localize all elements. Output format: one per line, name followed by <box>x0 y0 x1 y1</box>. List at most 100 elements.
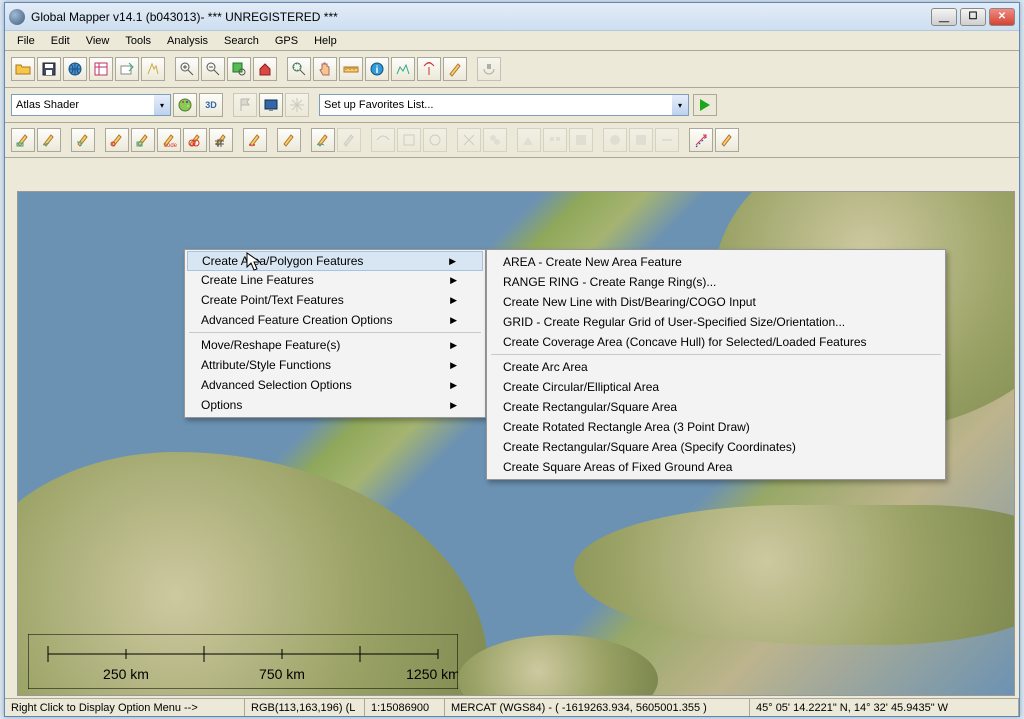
dis-12 <box>655 128 679 152</box>
shader-combo[interactable]: Atlas Shader <box>11 94 171 116</box>
arrow-tool[interactable] <box>689 128 713 152</box>
toolbar-1: i <box>5 51 1019 88</box>
edit-tool-10[interactable] <box>277 128 301 152</box>
sub-circular[interactable]: Create Circular/Elliptical Area <box>487 377 945 397</box>
edit-tool-3[interactable] <box>71 128 95 152</box>
titlebar: Global Mapper v14.1 (b043013)- *** UNREG… <box>5 3 1019 31</box>
open-button[interactable] <box>11 57 35 81</box>
title-text: Global Mapper v14.1 (b043013)- *** UNREG… <box>31 10 338 24</box>
profile-button[interactable] <box>391 57 415 81</box>
edit-tool-11[interactable] <box>311 128 335 152</box>
svg-text:code: code <box>164 143 177 148</box>
mi-adv-selection[interactable]: Advanced Selection Options▶ <box>185 375 485 395</box>
mi-attr-style[interactable]: Attribute/Style Functions▶ <box>185 355 485 375</box>
zoom-out-button[interactable] <box>201 57 225 81</box>
zoom-in-button[interactable] <box>175 57 199 81</box>
measure-button[interactable] <box>339 57 363 81</box>
config-button[interactable] <box>89 57 113 81</box>
mi-create-area[interactable]: Create Area/Polygon Features▶ <box>187 251 483 271</box>
tool-button-a[interactable] <box>141 57 165 81</box>
edit-tool-5[interactable] <box>131 128 155 152</box>
sub-rect-coord[interactable]: Create Rectangular/Square Area (Specify … <box>487 437 945 457</box>
sub-rotated[interactable]: Create Rotated Rectangle Area (3 Point D… <box>487 417 945 437</box>
info-button[interactable]: i <box>365 57 389 81</box>
dis-2 <box>371 128 395 152</box>
mi-move-reshape[interactable]: Move/Reshape Feature(s)▶ <box>185 335 485 355</box>
digitize-button[interactable] <box>443 57 467 81</box>
app-icon <box>9 9 25 25</box>
status-scale: 1:15086900 <box>365 699 445 716</box>
cursor-icon <box>246 252 262 272</box>
screen-button[interactable] <box>259 93 283 117</box>
close-button[interactable]: ✕ <box>989 8 1015 26</box>
3d-button[interactable]: 3D <box>199 93 223 117</box>
dis-3 <box>397 128 421 152</box>
mi-create-point[interactable]: Create Point/Text Features▶ <box>185 290 485 310</box>
pan-button[interactable] <box>313 57 337 81</box>
mi-create-line[interactable]: Create Line Features▶ <box>185 270 485 290</box>
menu-analysis[interactable]: Analysis <box>159 33 216 49</box>
dis-4 <box>423 128 447 152</box>
sub-coverage[interactable]: Create Coverage Area (Concave Hull) for … <box>487 332 945 352</box>
svg-text:1250 km: 1250 km <box>406 666 458 682</box>
edit-tool-1[interactable] <box>11 128 35 152</box>
dis-9 <box>569 128 593 152</box>
save-button[interactable] <box>37 57 61 81</box>
menu-search[interactable]: Search <box>216 33 267 49</box>
dis-8 <box>543 128 567 152</box>
sub-cogo[interactable]: Create New Line with Dist/Bearing/COGO I… <box>487 292 945 312</box>
sub-range-ring[interactable]: RANGE RING - Create Range Ring(s)... <box>487 272 945 292</box>
edit-tool-6[interactable]: code <box>157 128 181 152</box>
zoom-region-button[interactable] <box>287 57 311 81</box>
menu-tools[interactable]: Tools <box>117 33 159 49</box>
context-menu-sub[interactable]: AREA - Create New Area Feature RANGE RIN… <box>486 249 946 480</box>
favorites-combo[interactable]: Set up Favorites List... <box>319 94 689 116</box>
dis-7 <box>517 128 541 152</box>
sub-area[interactable]: AREA - Create New Area Feature <box>487 252 945 272</box>
run-button[interactable] <box>693 94 717 116</box>
status-bar: Right Click to Display Option Menu --> R… <box>5 698 1019 716</box>
toolbar-2: Atlas Shader 3D Set up Favorites List... <box>5 88 1019 123</box>
toolbar-3: code <box>5 123 1019 158</box>
edit-tool-9[interactable] <box>243 128 267 152</box>
misc-button[interactable] <box>477 57 501 81</box>
minimize-button[interactable]: ＿ <box>931 8 957 26</box>
compass-button[interactable] <box>285 93 309 117</box>
app-window: Global Mapper v14.1 (b043013)- *** UNREG… <box>4 2 1020 717</box>
dis-10 <box>603 128 627 152</box>
online-button[interactable] <box>63 57 87 81</box>
sub-rect[interactable]: Create Rectangular/Square Area <box>487 397 945 417</box>
menu-edit[interactable]: Edit <box>43 33 78 49</box>
dis-1 <box>337 128 361 152</box>
full-extent-button[interactable] <box>253 57 277 81</box>
mi-adv-creation[interactable]: Advanced Feature Creation Options▶ <box>185 310 485 330</box>
palette-button[interactable] <box>173 93 197 117</box>
sub-arc[interactable]: Create Arc Area <box>487 357 945 377</box>
edit-tool-2[interactable] <box>37 128 61 152</box>
menu-gps[interactable]: GPS <box>267 33 306 49</box>
export-button[interactable] <box>115 57 139 81</box>
menu-file[interactable]: File <box>9 33 43 49</box>
svg-text:750 km: 750 km <box>259 666 305 682</box>
flag-button[interactable] <box>233 93 257 117</box>
svg-text:i: i <box>376 65 379 76</box>
edit-tool-8[interactable] <box>209 128 233 152</box>
mi-options[interactable]: Options▶ <box>185 395 485 415</box>
menu-help[interactable]: Help <box>306 33 345 49</box>
maximize-button[interactable]: ☐ <box>960 8 986 26</box>
menu-view[interactable]: View <box>78 33 118 49</box>
edit-tool-7[interactable] <box>183 128 207 152</box>
scale-bar: 250 km 750 km 1250 km <box>28 634 458 689</box>
dis-11 <box>629 128 653 152</box>
edit-tool-4[interactable] <box>105 128 129 152</box>
sub-square[interactable]: Create Square Areas of Fixed Ground Area <box>487 457 945 477</box>
antenna-button[interactable] <box>417 57 441 81</box>
menubar: File Edit View Tools Analysis Search GPS… <box>5 31 1019 51</box>
dis-6 <box>483 128 507 152</box>
pencil-tool[interactable] <box>715 128 739 152</box>
zoom-select-button[interactable] <box>227 57 251 81</box>
sub-grid[interactable]: GRID - Create Regular Grid of User-Speci… <box>487 312 945 332</box>
context-menu-main[interactable]: Create Area/Polygon Features▶ Create Lin… <box>184 249 486 418</box>
status-proj: MERCAT (WGS84) - ( -1619263.934, 5605001… <box>445 699 750 716</box>
map-view[interactable]: 250 km 750 km 1250 km Create Area/Polygo… <box>17 191 1015 696</box>
